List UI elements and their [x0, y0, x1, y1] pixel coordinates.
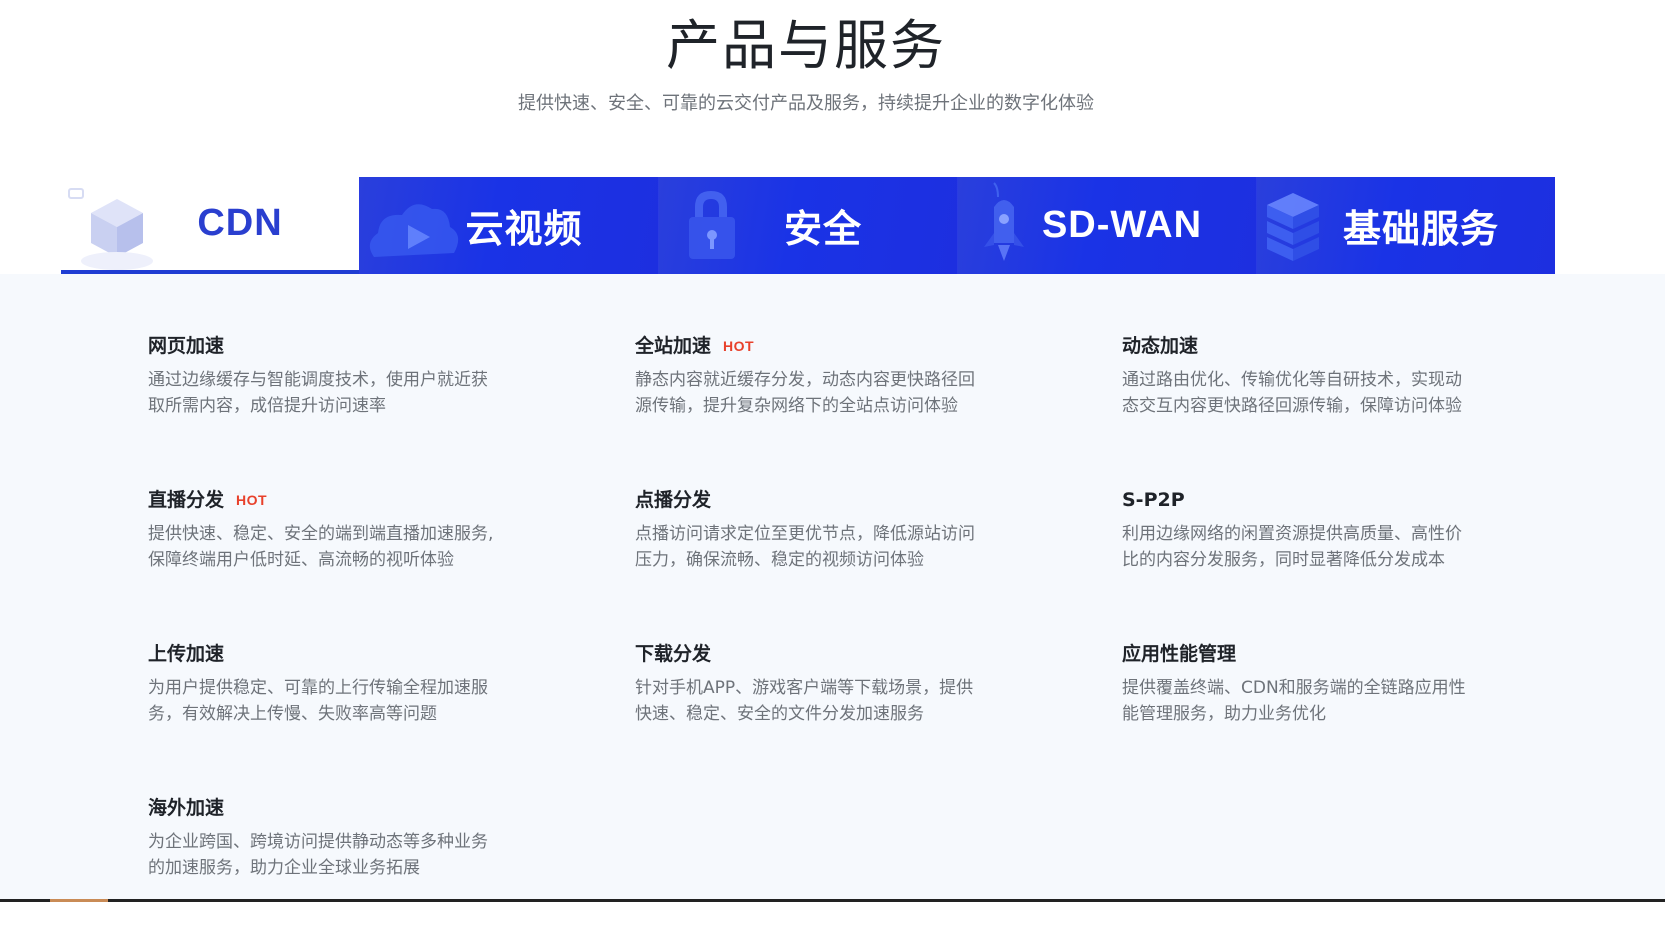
- product-title: 直播分发 HOT: [148, 489, 268, 511]
- tab-cdn[interactable]: CDN: [61, 177, 359, 274]
- product-s-p2p[interactable]: S-P2P 利用边缘网络的闲置资源提供高质量、高性价比的内容分发服务，同时显著降…: [1122, 488, 1522, 642]
- product-live-distribution[interactable]: 直播分发 HOT 提供快速、稳定、安全的端到端直播加速服务, 保障终端用户低时延、…: [148, 488, 635, 642]
- product-desc: 静态内容就近缓存分发，动态内容更快路径回源传输，提升复杂网络下的全站点访问体验: [635, 370, 975, 416]
- product-title: 点播分发: [635, 489, 712, 511]
- product-desc: 为用户提供稳定、可靠的上行传输全程加速服务，有效解决上传慢、失败率高等问题: [148, 678, 488, 724]
- tab-label-basic-services: 基础服务: [1342, 209, 1499, 251]
- product-apm[interactable]: 应用性能管理 提供覆盖终端、CDN和服务端的全链路应用性能管理服务，助力业务优化: [1122, 642, 1522, 796]
- product-vod-distribution[interactable]: 点播分发 点播访问请求定位至更优节点，降低源站访问压力，确保流畅、稳定的视频访问…: [635, 488, 1122, 642]
- product-desc: 利用边缘网络的闲置资源提供高质量、高性价比的内容分发服务，同时显著降低分发成本: [1122, 524, 1462, 570]
- page-title: 产品与服务: [666, 14, 946, 77]
- product-overseas-acceleration[interactable]: 海外加速 为企业跨国、跨境访问提供静动态等多种业务的加速服务，助力企业全球业务拓…: [148, 796, 635, 950]
- product-desc: 提供覆盖终端、CDN和服务端的全链路应用性能管理服务，助力业务优化: [1122, 678, 1466, 724]
- tab-basic-services[interactable]: 基础服务: [1256, 177, 1555, 274]
- product-desc: 为企业跨国、跨境访问提供静动态等多种业务的加速服务，助力企业全球业务拓展: [148, 832, 488, 878]
- product-title: 上传加速: [148, 643, 225, 665]
- product-title: 动态加速: [1122, 335, 1199, 357]
- cube-icon: [68, 188, 153, 270]
- cloud-play-icon: [369, 204, 459, 257]
- hot-badge: HOT: [236, 492, 268, 508]
- product-title: 海外加速: [148, 797, 225, 819]
- hot-badge: HOT: [723, 338, 755, 354]
- product-desc: 针对手机APP、游戏客户端等下载场景，提供快速、稳定、安全的文件分发加速服务: [635, 678, 974, 724]
- tab-sd-wan[interactable]: SD-WAN: [957, 177, 1256, 274]
- product-upload-acceleration[interactable]: 上传加速 为用户提供稳定、可靠的上行传输全程加速服务，有效解决上传慢、失败率高等…: [148, 642, 635, 796]
- product-title: 网页加速: [148, 335, 225, 357]
- product-full-site-acceleration[interactable]: 全站加速 HOT 静态内容就近缓存分发，动态内容更快路径回源传输，提升复杂网络下的…: [635, 334, 1122, 488]
- product-web-acceleration[interactable]: 网页加速 通过边缘缓存与智能调度技术，使用户就近获取所需内容，成倍提升访问速率: [148, 334, 635, 488]
- tab-label-cdn: CDN: [197, 202, 283, 244]
- tab-cloud-video[interactable]: 云视频: [359, 177, 658, 274]
- product-download-distribution[interactable]: 下载分发 针对手机APP、游戏客户端等下载场景，提供快速、稳定、安全的文件分发加…: [635, 642, 1122, 796]
- product-title: 下载分发: [635, 643, 712, 665]
- tab-security[interactable]: 安全: [658, 177, 957, 274]
- product-grid: 网页加速 通过边缘缓存与智能调度技术，使用户就近获取所需内容，成倍提升访问速率 …: [148, 334, 1548, 950]
- lock-icon: [689, 191, 735, 259]
- product-dynamic-acceleration[interactable]: 动态加速 通过路由优化、传输优化等自研技术，实现动态交互内容更快路径回源传输，保…: [1122, 334, 1522, 488]
- tab-label-security: 安全: [783, 209, 862, 251]
- product-panel: 网页加速 通过边缘缓存与智能调度技术，使用户就近获取所需内容，成倍提升访问速率 …: [0, 274, 1665, 902]
- tab-label-cloud-video: 云视频: [465, 209, 583, 251]
- product-desc: 通过路由优化、传输优化等自研技术，实现动态交互内容更快路径回源传输，保障访问体验: [1122, 370, 1462, 416]
- product-tabs: CDN 云视频 安全 SD-WAN 基础服务: [61, 177, 1555, 274]
- product-title: 全站加速 HOT: [635, 335, 755, 357]
- page-subtitle: 提供快速、安全、可靠的云交付产品及服务，持续提升企业的数字化体验: [518, 93, 1094, 114]
- product-desc: 通过边缘缓存与智能调度技术，使用户就近获取所需内容，成倍提升访问速率: [148, 370, 488, 416]
- product-desc: 点播访问请求定位至更优节点，降低源站访问压力，确保流畅、稳定的视频访问体验: [635, 524, 975, 570]
- tab-label-sd-wan: SD-WAN: [1041, 204, 1203, 246]
- product-title: 应用性能管理: [1122, 643, 1237, 665]
- product-title: S-P2P: [1122, 489, 1185, 511]
- product-desc: 提供快速、稳定、安全的端到端直播加速服务, 保障终端用户低时延、高流畅的视听体验: [148, 524, 494, 570]
